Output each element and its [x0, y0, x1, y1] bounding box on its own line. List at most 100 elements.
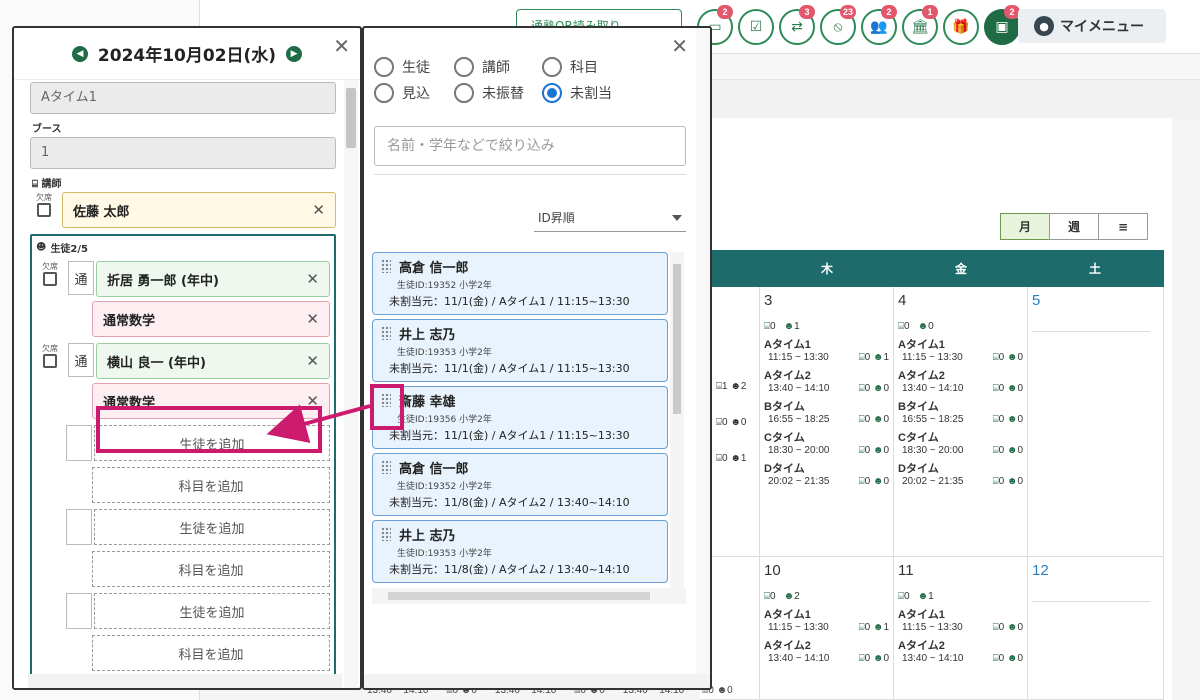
day-number: 12: [1032, 562, 1049, 579]
radio-circle: [454, 83, 474, 103]
day-number: 3: [764, 292, 773, 309]
time-slot[interactable]: Dタイム 20:02 ~ 21:35 ⌸0 ☻0: [898, 460, 1023, 487]
prev-day-icon[interactable]: ◀: [71, 45, 88, 62]
radio-circle: [454, 57, 474, 77]
vertical-scrollbar[interactable]: [344, 80, 358, 688]
remove-icon[interactable]: ✕: [306, 310, 319, 328]
remove-icon[interactable]: ✕: [312, 201, 325, 219]
time-slot[interactable]: Dタイム 20:02 ~ 21:35 ⌸0 ☻0: [764, 460, 889, 487]
my-menu-button[interactable]: ● マイメニュー: [1018, 9, 1166, 43]
week-view-button[interactable]: 週: [1049, 213, 1099, 240]
panel-header: ◀ 2024年10月02日(水) ▶ ✕: [14, 28, 360, 80]
panel-horizontal-scrollbar[interactable]: [364, 674, 710, 688]
time-slot[interactable]: Aタイム1 11:15 ~ 13:30 ⌸0 ☻0: [898, 336, 1023, 363]
list-horizontal-scrollbar[interactable]: [372, 588, 686, 604]
time-slot[interactable]: Cタイム 18:30 ~ 20:00 ⌸0 ☻0: [898, 429, 1023, 456]
search-input[interactable]: 名前・学年などで絞り込み: [374, 126, 686, 166]
calendar-day-cell[interactable]: 4 ⌸0 ☻0 Aタイム1 11:15 ~ 13:30 ⌸0 ☻0 Aタイム2 13:4…: [894, 287, 1028, 557]
absent-label: 欠席: [42, 262, 58, 271]
attendance-mark[interactable]: 通: [68, 261, 94, 295]
time-slot[interactable]: Bタイム 16:55 ~ 18:25 ⌸0 ☻0: [898, 398, 1023, 425]
radio-subject[interactable]: 科目: [542, 56, 622, 78]
add-subject-button[interactable]: 科目を追加: [92, 467, 330, 503]
student-chip[interactable]: 横山 良一 (年中) ✕: [96, 343, 330, 379]
add-student-button[interactable]: 生徒を追加: [94, 593, 330, 629]
time-slot[interactable]: Aタイム1 11:15 ~ 13:30 ⌸0 ☻0: [898, 606, 1023, 633]
absent-checkbox[interactable]: [43, 354, 57, 368]
attendance-mark[interactable]: [66, 593, 92, 629]
student-name: 折居 勇一郎 (年中): [107, 273, 219, 289]
calendar-day-cell[interactable]: 10 ⌸0 ☻2 Aタイム1 11:15 ~ 13:30 ⌸0 ☻1 Aタイム2 13:…: [760, 557, 894, 700]
panel-vertical-scrollbar[interactable]: [696, 28, 710, 678]
teacher-icon: ⌸: [32, 179, 38, 190]
drag-handle-icon[interactable]: [381, 527, 391, 541]
radio-teacher[interactable]: 講師: [454, 56, 542, 78]
radio-prospect[interactable]: 見込: [374, 82, 454, 104]
booth-field[interactable]: 1: [30, 137, 336, 169]
calendar-day-cell[interactable]: 5: [1028, 287, 1164, 557]
subject-chip[interactable]: 通常数学 ✕: [92, 301, 330, 337]
student-card[interactable]: 井上 志乃 生徒ID:19353 小学2年 未割当元：11/1(金) / Aタイ…: [372, 319, 668, 382]
student-card[interactable]: 井上 志乃 生徒ID:19353 小学2年 未割当元：11/8(金) / Aタイ…: [372, 520, 668, 583]
sort-select[interactable]: ID昇順: [534, 204, 686, 232]
chevron-down-icon: [672, 214, 682, 221]
building-icon[interactable]: 🏛 1: [902, 5, 938, 45]
add-subject-button[interactable]: 科目を追加: [92, 551, 330, 587]
attendance-mark[interactable]: 通: [68, 343, 94, 377]
checklist-icon[interactable]: ☑: [738, 9, 774, 45]
time-slot[interactable]: Aタイム2 13:40 ~ 14:10 ⌸0 ☻0: [764, 367, 889, 394]
time-slot[interactable]: Aタイム1 11:15 ~ 13:30 ⌸0 ☻1: [764, 336, 889, 363]
calendar-day-cell[interactable]: 11 ⌸0 ☻1 Aタイム1 11:15 ~ 13:30 ⌸0 ☻0 Aタイム2 13:…: [894, 557, 1028, 700]
scroll-thumb[interactable]: [673, 264, 681, 414]
teacher-chip[interactable]: 佐藤 太郎 ✕: [62, 192, 336, 228]
chat-icon[interactable]: ▣ 2: [984, 5, 1020, 45]
card-name: 斎藤 幸雄: [399, 395, 456, 410]
student-card[interactable]: 斎藤 幸雄 生徒ID:19356 小学2年 未割当元：11/1(金) / Aタイ…: [372, 386, 668, 449]
my-menu-label: マイメニュー: [1060, 19, 1144, 35]
transfer-icon[interactable]: ⇄ 3: [779, 5, 815, 45]
scroll-thumb[interactable]: [346, 88, 356, 148]
calendar-day-cell[interactable]: 3 ⌸0 ☻1 Aタイム1 11:15 ~ 13:30 ⌸0 ☻1 Aタイム2 13:4…: [760, 287, 894, 557]
radio-circle: [542, 57, 562, 77]
close-icon[interactable]: ✕: [671, 34, 688, 58]
list-view-button[interactable]: ≡: [1098, 213, 1148, 240]
radio-student[interactable]: 生徒: [374, 56, 454, 78]
student-card[interactable]: 高倉 信一郎 生徒ID:19352 小学2年 未割当元：11/8(金) / Aタ…: [372, 453, 668, 516]
drag-handle-icon[interactable]: [381, 259, 391, 273]
horizontal-scrollbar[interactable]: [28, 674, 342, 688]
student-chip[interactable]: 折居 勇一郎 (年中) ✕: [96, 261, 330, 297]
gift-icon[interactable]: 🎁: [943, 9, 979, 45]
add-student-button[interactable]: 生徒を追加: [94, 509, 330, 545]
month-view-button[interactable]: 月: [1000, 213, 1050, 240]
remove-icon[interactable]: ✕: [306, 270, 319, 288]
attendance-mark[interactable]: [66, 509, 92, 545]
add-subject-button[interactable]: 科目を追加: [92, 635, 330, 671]
time-slot[interactable]: Aタイム2 13:40 ~ 14:10 ⌸0 ☻0: [898, 367, 1023, 394]
remove-icon[interactable]: ✕: [306, 352, 319, 370]
time-slot[interactable]: Aタイム2 13:40 ~ 14:10 ⌸0 ☻0: [764, 637, 889, 664]
list-vertical-scrollbar[interactable]: [670, 252, 684, 588]
radio-unassigned[interactable]: 未割当: [542, 82, 622, 104]
absent-checkbox[interactable]: [43, 272, 57, 286]
scroll-thumb[interactable]: [388, 592, 650, 600]
calendar-day-cell[interactable]: 12: [1028, 557, 1164, 700]
drag-handle-icon[interactable]: [381, 460, 391, 474]
calendar-grid: ⌸1 ☻2 ⌸0 ☻0 ⌸0 ☻1 3 ⌸0 ☻1 Aタイム1 11:15 ~ 13…: [700, 287, 1164, 700]
time-slot[interactable]: Cタイム 18:30 ~ 20:00 ⌸0 ☻0: [764, 429, 889, 456]
close-icon[interactable]: ✕: [333, 34, 350, 58]
drag-handle-icon[interactable]: [381, 326, 391, 340]
absent-checkbox[interactable]: [37, 203, 51, 217]
attendance-mark[interactable]: [66, 425, 92, 461]
radio-unrescheduled[interactable]: 未振替: [454, 82, 542, 104]
time-slot[interactable]: Aタイム2 13:40 ~ 14:10 ⌸0 ☻0: [898, 637, 1023, 664]
no-entry-icon[interactable]: ⦸ 23: [820, 5, 856, 45]
radio-circle: [374, 57, 394, 77]
notification-badge: 2: [717, 5, 733, 19]
time-slot-field[interactable]: Aタイム1: [30, 82, 336, 114]
divider: [374, 174, 686, 175]
student-card[interactable]: 高倉 信一郎 生徒ID:19352 小学2年 未割当元：11/1(金) / Aタ…: [372, 252, 668, 315]
next-day-icon[interactable]: ▶: [286, 45, 303, 62]
time-slot[interactable]: Bタイム 16:55 ~ 18:25 ⌸0 ☻0: [764, 398, 889, 425]
group-icon[interactable]: 👥 2: [861, 5, 897, 45]
time-slot[interactable]: Aタイム1 11:15 ~ 13:30 ⌸0 ☻1: [764, 606, 889, 633]
